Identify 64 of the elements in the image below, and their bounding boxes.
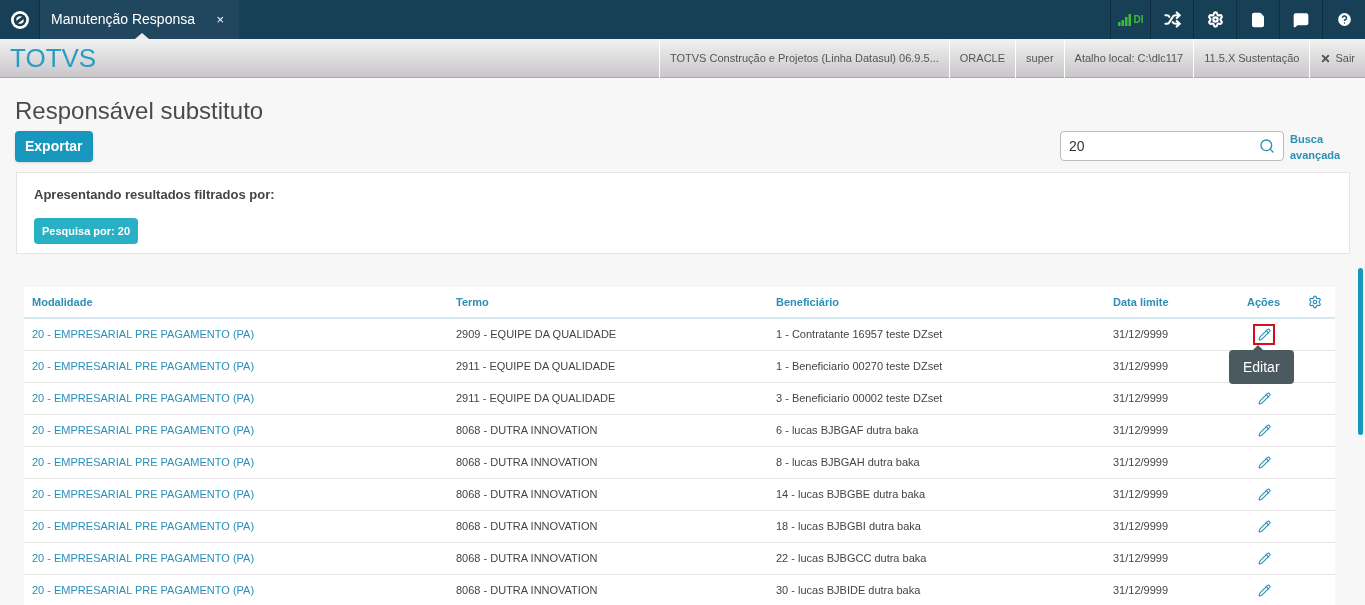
table-cell-text: 8068 - DUTRA INNOVATION <box>456 423 599 439</box>
table-cell-text: 8068 - DUTRA INNOVATION <box>456 519 599 535</box>
modality-link[interactable]: 20 - EMPRESARIAL PRE PAGAMENTO (PA) <box>32 582 456 599</box>
advanced-search-link[interactable]: Busca avançada <box>1290 131 1350 163</box>
search-icon <box>1259 138 1275 154</box>
table-cell-text: 1 - Contratante 16957 teste DZset <box>776 327 944 343</box>
table-cell-text: 31/12/9999 <box>1113 327 1170 343</box>
table-cell-text: 8 - lucas BJBGAH dutra baka <box>776 455 921 471</box>
info-item: Atalho local: C:\dlc117 <box>1063 38 1194 78</box>
table-cell-text: 31/12/9999 <box>1113 583 1170 599</box>
modality-link[interactable]: 20 - EMPRESARIAL PRE PAGAMENTO (PA) <box>32 454 456 471</box>
edit-button[interactable] <box>1253 324 1275 345</box>
table-cell-text: 8068 - DUTRA INNOVATION <box>456 551 599 567</box>
page-title: Responsável substituto <box>15 96 265 126</box>
modality-link[interactable]: 20 - EMPRESARIAL PRE PAGAMENTO (PA) <box>32 486 456 503</box>
column-settings-icon <box>1308 295 1322 309</box>
app-tab[interactable]: Manutenção Responsa × <box>40 0 239 39</box>
table-cell-text: 2909 - EQUIPE DA QUALIDADE <box>456 327 618 343</box>
table-cell-text: 2911 - EQUIPE DA QUALIDADE <box>456 359 617 375</box>
logout-button[interactable]: Sair <box>1309 38 1365 78</box>
info-item: TOTVS Construção e Projetos (Linha Datasul) 06.9.5... <box>659 38 949 78</box>
table-cell-text: 1 - Beneficiario 00270 teste DZset <box>776 359 944 375</box>
table-cell-text: 31/12/9999 <box>1113 519 1170 535</box>
export-button[interactable]: Exportar <box>15 131 93 162</box>
table-cell-text: 22 - lucas BJBGCC dutra baka <box>776 551 928 567</box>
column-header[interactable]: Termo <box>456 293 776 311</box>
table-cell-text: 31/12/9999 <box>1113 551 1170 567</box>
table-cell-text: 31/12/9999 <box>1113 423 1170 439</box>
table-cell-text: 31/12/9999 <box>1113 487 1170 503</box>
scrollbar[interactable] <box>1358 268 1363 435</box>
info-item: 11.5.X Sustentação <box>1193 38 1310 78</box>
column-header[interactable]: Beneficiário <box>776 293 1113 311</box>
connection-status: DI <box>1133 13 1144 27</box>
table-cell-text: 2911 - EQUIPE DA QUALIDADE <box>456 391 617 407</box>
modality-link[interactable]: 20 - EMPRESARIAL PRE PAGAMENTO (PA) <box>32 550 456 567</box>
modality-link[interactable]: 20 - EMPRESARIAL PRE PAGAMENTO (PA) <box>32 326 456 343</box>
table-cell-text: 8068 - DUTRA INNOVATION <box>456 487 599 503</box>
info-item: ORACLE <box>948 38 1016 78</box>
modality-link[interactable]: 20 - EMPRESARIAL PRE PAGAMENTO (PA) <box>32 358 456 375</box>
table-cell-text: 3 - Beneficiario 00002 teste DZset <box>776 391 944 407</box>
table-cell-text: 8068 - DUTRA INNOVATION <box>456 455 599 471</box>
table-cell-text: 31/12/9999 <box>1113 455 1170 471</box>
table-cell-text: 8068 - DUTRA INNOVATION <box>456 583 599 599</box>
close-icon <box>1320 52 1332 64</box>
table-cell-text: 30 - lucas BJBIDE dutra baka <box>776 583 922 599</box>
search-field[interactable]: 20 <box>1060 131 1284 161</box>
modality-link[interactable]: 20 - EMPRESARIAL PRE PAGAMENTO (PA) <box>32 518 456 535</box>
column-header[interactable]: Ações <box>1247 293 1307 311</box>
filter-tag[interactable]: Pesquisa por: 20 <box>34 217 139 244</box>
tooltip: Editar <box>1229 350 1294 384</box>
info-item: super <box>1015 38 1064 78</box>
table-cell-text: 6 - lucas BJBGAF dutra baka <box>776 423 920 439</box>
modality-link[interactable]: 20 - EMPRESARIAL PRE PAGAMENTO (PA) <box>32 390 456 407</box>
column-header[interactable]: Modalidade <box>32 293 456 311</box>
close-tab-button[interactable]: × <box>212 9 228 30</box>
table-cell-text: 14 - lucas BJBGBE dutra baka <box>776 487 927 503</box>
filter-heading: Apresentando resultados filtrados por: <box>34 186 276 204</box>
logo-icon[interactable] <box>9 9 30 30</box>
table-cell-text: 18 - lucas BJBGBI dutra baka <box>776 519 922 535</box>
modality-link[interactable]: 20 - EMPRESARIAL PRE PAGAMENTO (PA) <box>32 422 456 439</box>
signal-icon <box>1117 13 1132 26</box>
table-cell-text: 31/12/9999 <box>1113 391 1170 407</box>
column-header[interactable]: Data limite <box>1113 293 1247 311</box>
brand-logo: TOTVS <box>9 41 98 75</box>
